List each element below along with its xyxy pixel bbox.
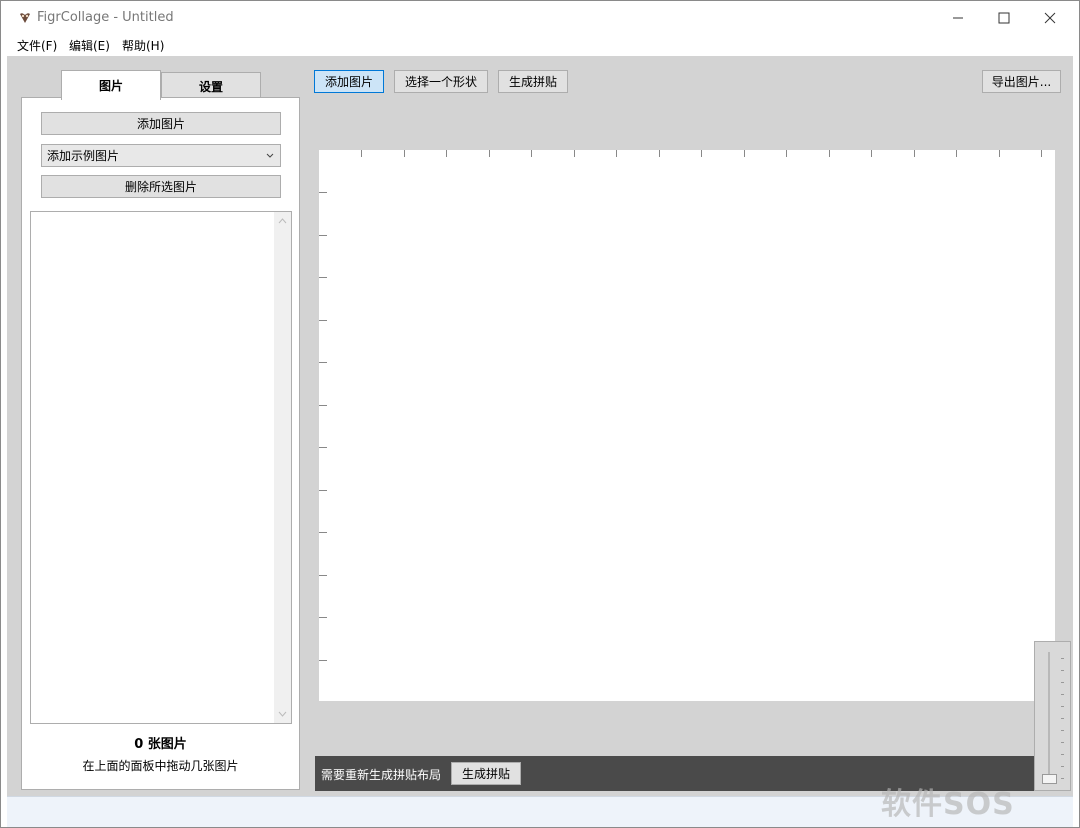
delete-selected-button[interactable]: 删除所选图片 bbox=[41, 175, 281, 198]
close-button[interactable] bbox=[1027, 1, 1073, 34]
ruler-left-tick bbox=[319, 235, 327, 236]
regenerate-message: 需要重新生成拼贴布局 bbox=[321, 768, 442, 782]
add-images-toolbar-button[interactable]: 添加图片 bbox=[314, 70, 384, 93]
close-icon bbox=[1044, 12, 1056, 23]
ruler-top-tick bbox=[574, 150, 575, 157]
zoom-slider-tick bbox=[1061, 682, 1064, 683]
zoom-slider-tick bbox=[1061, 694, 1064, 695]
chevron-down-icon bbox=[266, 153, 274, 158]
client-area: 图片 设置 添加图片 添加示例图片 删除所选图片 0 张图片 在上面的面板中拖动… bbox=[7, 56, 1073, 796]
ruler-top-tick bbox=[1041, 150, 1042, 157]
ruler-top-tick bbox=[956, 150, 957, 157]
ruler-left-tick bbox=[319, 405, 327, 406]
ruler-left-tick bbox=[319, 192, 327, 193]
images-panel: 添加图片 添加示例图片 删除所选图片 0 张图片 在上面的面板中拖动几张图片 bbox=[21, 97, 300, 790]
ruler-left-tick bbox=[319, 575, 327, 576]
ruler-left-tick bbox=[319, 617, 327, 618]
image-list[interactable] bbox=[30, 211, 292, 724]
zoom-slider-track bbox=[1048, 652, 1050, 780]
minimize-icon bbox=[953, 17, 963, 18]
image-count: 0 张图片 bbox=[134, 737, 187, 752]
ruler-top-tick bbox=[871, 150, 872, 157]
scroll-up-icon[interactable] bbox=[278, 218, 287, 224]
ruler-top-tick bbox=[829, 150, 830, 157]
ruler-top-tick bbox=[404, 150, 405, 157]
ruler-top-tick bbox=[914, 150, 915, 157]
zoom-slider[interactable] bbox=[1034, 641, 1071, 791]
maximize-button[interactable] bbox=[981, 1, 1027, 34]
add-sample-images-select[interactable]: 添加示例图片 bbox=[41, 144, 281, 167]
tab-settings[interactable]: 设置 bbox=[161, 72, 261, 100]
ruler-top-tick bbox=[531, 150, 532, 157]
status-generate-button[interactable]: 生成拼贴 bbox=[451, 762, 521, 785]
ruler-top-tick bbox=[489, 150, 490, 157]
zoom-slider-tick bbox=[1061, 706, 1064, 707]
ruler-top-tick bbox=[659, 150, 660, 157]
ruler-top-tick bbox=[361, 150, 362, 157]
zoom-slider-tick bbox=[1061, 766, 1064, 767]
minimize-button[interactable] bbox=[935, 1, 981, 34]
zoom-slider-thumb[interactable] bbox=[1042, 774, 1057, 784]
add-images-button[interactable]: 添加图片 bbox=[41, 112, 281, 135]
tab-images[interactable]: 图片 bbox=[61, 70, 161, 100]
ruler-left-tick bbox=[319, 362, 327, 363]
ruler-top-tick bbox=[616, 150, 617, 157]
ruler-top-tick bbox=[786, 150, 787, 157]
zoom-slider-tick bbox=[1061, 718, 1064, 719]
watermark-text: 软件SOS bbox=[881, 787, 1015, 822]
maximize-icon bbox=[998, 12, 1010, 23]
collage-canvas[interactable] bbox=[319, 150, 1055, 701]
zoom-slider-tick bbox=[1061, 754, 1064, 755]
ruler-left-tick bbox=[319, 532, 327, 533]
window-title: FigrCollage - Untitled bbox=[37, 10, 174, 25]
ruler-left-tick bbox=[319, 660, 327, 661]
menu-edit[interactable]: 编辑(E) bbox=[69, 37, 110, 54]
app-window: FigrCollage - Untitled 文件(F) 编辑(E) 帮助(H)… bbox=[0, 0, 1080, 828]
menu-bar: 文件(F) 编辑(E) 帮助(H) bbox=[1, 34, 1079, 56]
scroll-down-icon[interactable] bbox=[278, 711, 287, 717]
sample-select-value: 添加示例图片 bbox=[47, 149, 120, 163]
choose-shape-button[interactable]: 选择一个形状 bbox=[394, 70, 488, 93]
drag-hint: 在上面的面板中拖动几张图片 bbox=[82, 759, 239, 773]
ruler-top-tick bbox=[701, 150, 702, 157]
zoom-slider-tick bbox=[1061, 670, 1064, 671]
ruler-top-tick bbox=[744, 150, 745, 157]
generate-collage-button[interactable]: 生成拼贴 bbox=[498, 70, 568, 93]
app-logo-icon bbox=[20, 13, 30, 23]
export-image-button[interactable]: 导出图片... bbox=[982, 70, 1061, 93]
zoom-slider-tick bbox=[1061, 778, 1064, 779]
ruler-left-tick bbox=[319, 277, 327, 278]
menu-file[interactable]: 文件(F) bbox=[17, 37, 57, 54]
ruler-left-tick bbox=[319, 490, 327, 491]
watermark: 软件SOS bbox=[881, 779, 1015, 823]
title-bar: FigrCollage - Untitled bbox=[1, 1, 1079, 34]
ruler-top-tick bbox=[999, 150, 1000, 157]
ruler-top-tick bbox=[446, 150, 447, 157]
ruler-left-tick bbox=[319, 320, 327, 321]
ruler-left-tick bbox=[319, 447, 327, 448]
image-list-scrollbar[interactable] bbox=[274, 212, 291, 723]
zoom-slider-tick bbox=[1061, 730, 1064, 731]
zoom-slider-tick bbox=[1061, 742, 1064, 743]
zoom-slider-tick bbox=[1061, 658, 1064, 659]
menu-help[interactable]: 帮助(H) bbox=[122, 37, 164, 54]
